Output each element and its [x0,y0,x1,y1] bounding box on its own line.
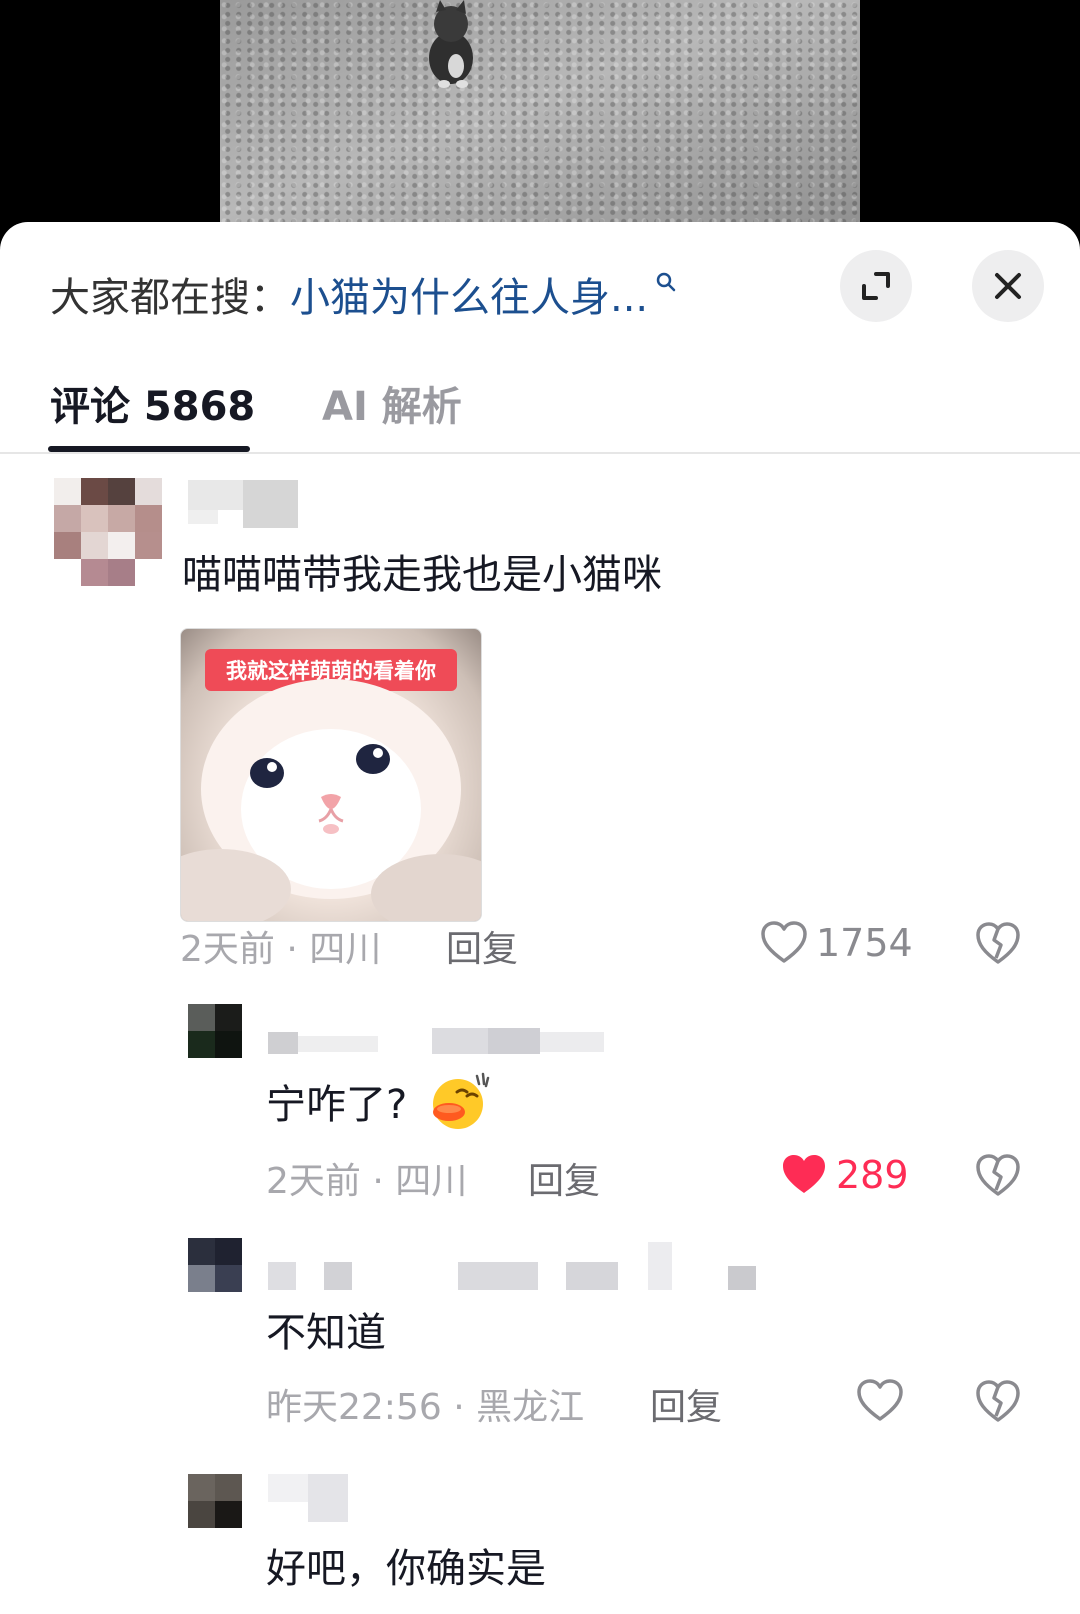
comment-meta: 昨天22:56 · 黑龙江 [266,1387,585,1428]
comment-meta: 2天前 · 四川 [180,929,382,970]
trending-search-query[interactable]: 小猫为什么往人身... [290,265,648,323]
tab-bar: 评论 5868 AI 解析 [0,352,1080,454]
comment-text-content: 宁咋了? [266,1082,408,1128]
like-button[interactable]: 289 [780,1150,909,1200]
username-blurred[interactable] [188,480,298,528]
reply-button[interactable]: 回复 [446,920,518,972]
reply-button[interactable]: 回复 [528,1152,600,1204]
like-count: 1754 [816,921,913,965]
trending-search[interactable]: 大家都在搜： 小猫为什么往人身... [50,264,676,324]
trending-search-prefix: 大家都在搜： [50,275,290,321]
heart-outline-icon [761,921,807,963]
heart-filled-icon [783,1155,825,1193]
comment-text: 喵喵喵带我走我也是小猫咪 [182,552,662,598]
comment-text: 宁咋了? [266,1068,493,1134]
expand-icon [862,272,890,300]
video-frame [220,0,860,240]
username-blurred[interactable] [268,1028,608,1056]
kitten-face-image [181,679,481,921]
like-count: 289 [836,1153,909,1197]
duck-lips-emoji-icon [433,1072,490,1129]
search-icon [656,272,676,292]
close-button[interactable] [972,250,1044,322]
comment-sheet: 大家都在搜： 小猫为什么往人身... 评论 5868 AI 解析 喵喵喵带我走我… [0,222,1080,1614]
username-blurred[interactable] [268,1242,758,1292]
comment-meta: 2天前 · 四川 [266,1161,468,1202]
broken-heart-icon[interactable] [974,1152,1022,1200]
tab-comments[interactable]: 评论 5868 [50,374,255,432]
comment-text: 好吧，你确实是 [266,1546,546,1592]
video-player[interactable] [0,0,1080,240]
close-icon [995,273,1021,299]
like-button[interactable]: 1754 [760,918,913,968]
sticker-image[interactable]: 我就这样萌萌的看着你 [180,628,482,922]
avatar[interactable] [188,1004,242,1058]
broken-heart-icon[interactable] [974,1378,1022,1426]
username-blurred[interactable] [268,1474,352,1524]
tab-ai-analysis[interactable]: AI 解析 [322,374,462,432]
expand-button[interactable] [840,250,912,322]
active-tab-indicator [48,446,250,452]
avatar[interactable] [188,1238,242,1292]
avatar[interactable] [188,1474,242,1528]
comment-text: 不知道 [266,1310,386,1356]
like-button[interactable] [856,1376,904,1426]
reply-button[interactable]: 回复 [650,1378,722,1430]
avatar[interactable] [54,478,162,586]
kitten-figure [429,0,473,88]
heart-outline-icon [857,1379,903,1421]
broken-heart-icon[interactable] [974,920,1022,968]
